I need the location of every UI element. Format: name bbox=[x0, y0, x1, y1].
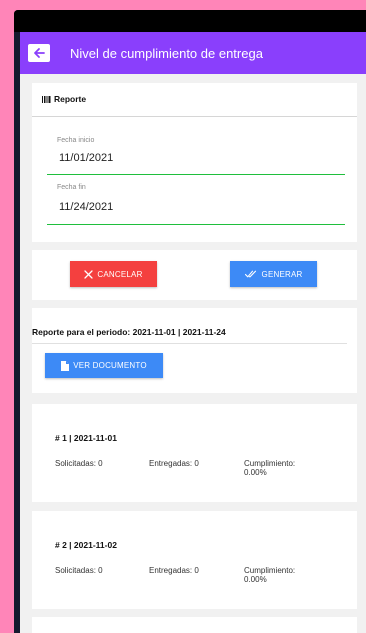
delivered-count: Entregadas: 0 bbox=[149, 566, 199, 575]
document-icon bbox=[61, 360, 70, 371]
delivered-count: Entregadas: 0 bbox=[149, 459, 199, 468]
barcode-icon bbox=[42, 95, 51, 103]
end-date-field[interactable]: 11/24/2021 bbox=[59, 201, 113, 213]
compliance-value: 0.00% bbox=[244, 468, 267, 477]
entry-title: # 1 | 2021-11-01 bbox=[55, 433, 117, 443]
requested-count: Solicitadas: 0 bbox=[55, 566, 103, 575]
arrow-left-icon bbox=[34, 48, 45, 58]
report-form-card: Reporte Fecha inicio 11/01/2021 Fecha fi… bbox=[32, 83, 357, 242]
compliance-label: Cumplimiento: bbox=[244, 566, 296, 575]
compliance-stat: Cumplimiento: 0.00% bbox=[244, 566, 334, 584]
view-document-button[interactable]: VER DOCUMENTO bbox=[45, 353, 163, 378]
page-title: Nivel de cumplimiento de entrega bbox=[70, 45, 263, 61]
device-frame: Nivel de cumplimiento de entrega Reporte… bbox=[14, 10, 366, 633]
report-heading-label: Reporte bbox=[54, 94, 87, 104]
report-heading: Reporte bbox=[42, 94, 86, 104]
divider bbox=[32, 343, 347, 344]
entry-title: # 2 | 2021-11-02 bbox=[55, 540, 117, 550]
requested-count: Solicitadas: 0 bbox=[55, 459, 103, 468]
report-period-text: Reporte para el periodo: 2021-11-01 | 20… bbox=[32, 327, 226, 337]
cancel-button[interactable]: CANCELAR bbox=[70, 261, 157, 287]
end-date-underline bbox=[47, 224, 345, 225]
start-date-field[interactable]: 11/01/2021 bbox=[59, 152, 113, 164]
generate-button-label: GENERAR bbox=[261, 269, 303, 279]
app-bar: Nivel de cumplimiento de entrega bbox=[20, 32, 366, 74]
start-date-underline bbox=[47, 174, 345, 175]
compliance-label: Cumplimiento: bbox=[244, 459, 296, 468]
divider bbox=[32, 116, 357, 117]
report-period-card: Reporte para el periodo: 2021-11-01 | 20… bbox=[32, 308, 357, 393]
close-icon bbox=[84, 269, 94, 279]
compliance-value: 0.00% bbox=[244, 575, 267, 584]
back-button[interactable] bbox=[28, 44, 50, 62]
start-date-label: Fecha inicio bbox=[57, 137, 95, 144]
status-bar bbox=[14, 10, 366, 32]
list-item bbox=[32, 617, 357, 633]
actions-card: CANCELAR GENERAR bbox=[32, 250, 357, 300]
view-document-label: VER DOCUMENTO bbox=[73, 361, 147, 370]
generate-button[interactable]: GENERAR bbox=[230, 261, 317, 287]
list-item: # 2 | 2021-11-02 Solicitadas: 0 Entregad… bbox=[32, 511, 357, 609]
list-item: # 1 | 2021-11-01 Solicitadas: 0 Entregad… bbox=[32, 404, 357, 502]
app-screen: Nivel de cumplimiento de entrega Reporte… bbox=[20, 32, 366, 633]
end-date-label: Fecha fin bbox=[57, 184, 86, 191]
compliance-stat: Cumplimiento: 0.00% bbox=[244, 459, 334, 477]
double-check-icon bbox=[244, 270, 256, 278]
cancel-button-label: CANCELAR bbox=[97, 269, 143, 279]
